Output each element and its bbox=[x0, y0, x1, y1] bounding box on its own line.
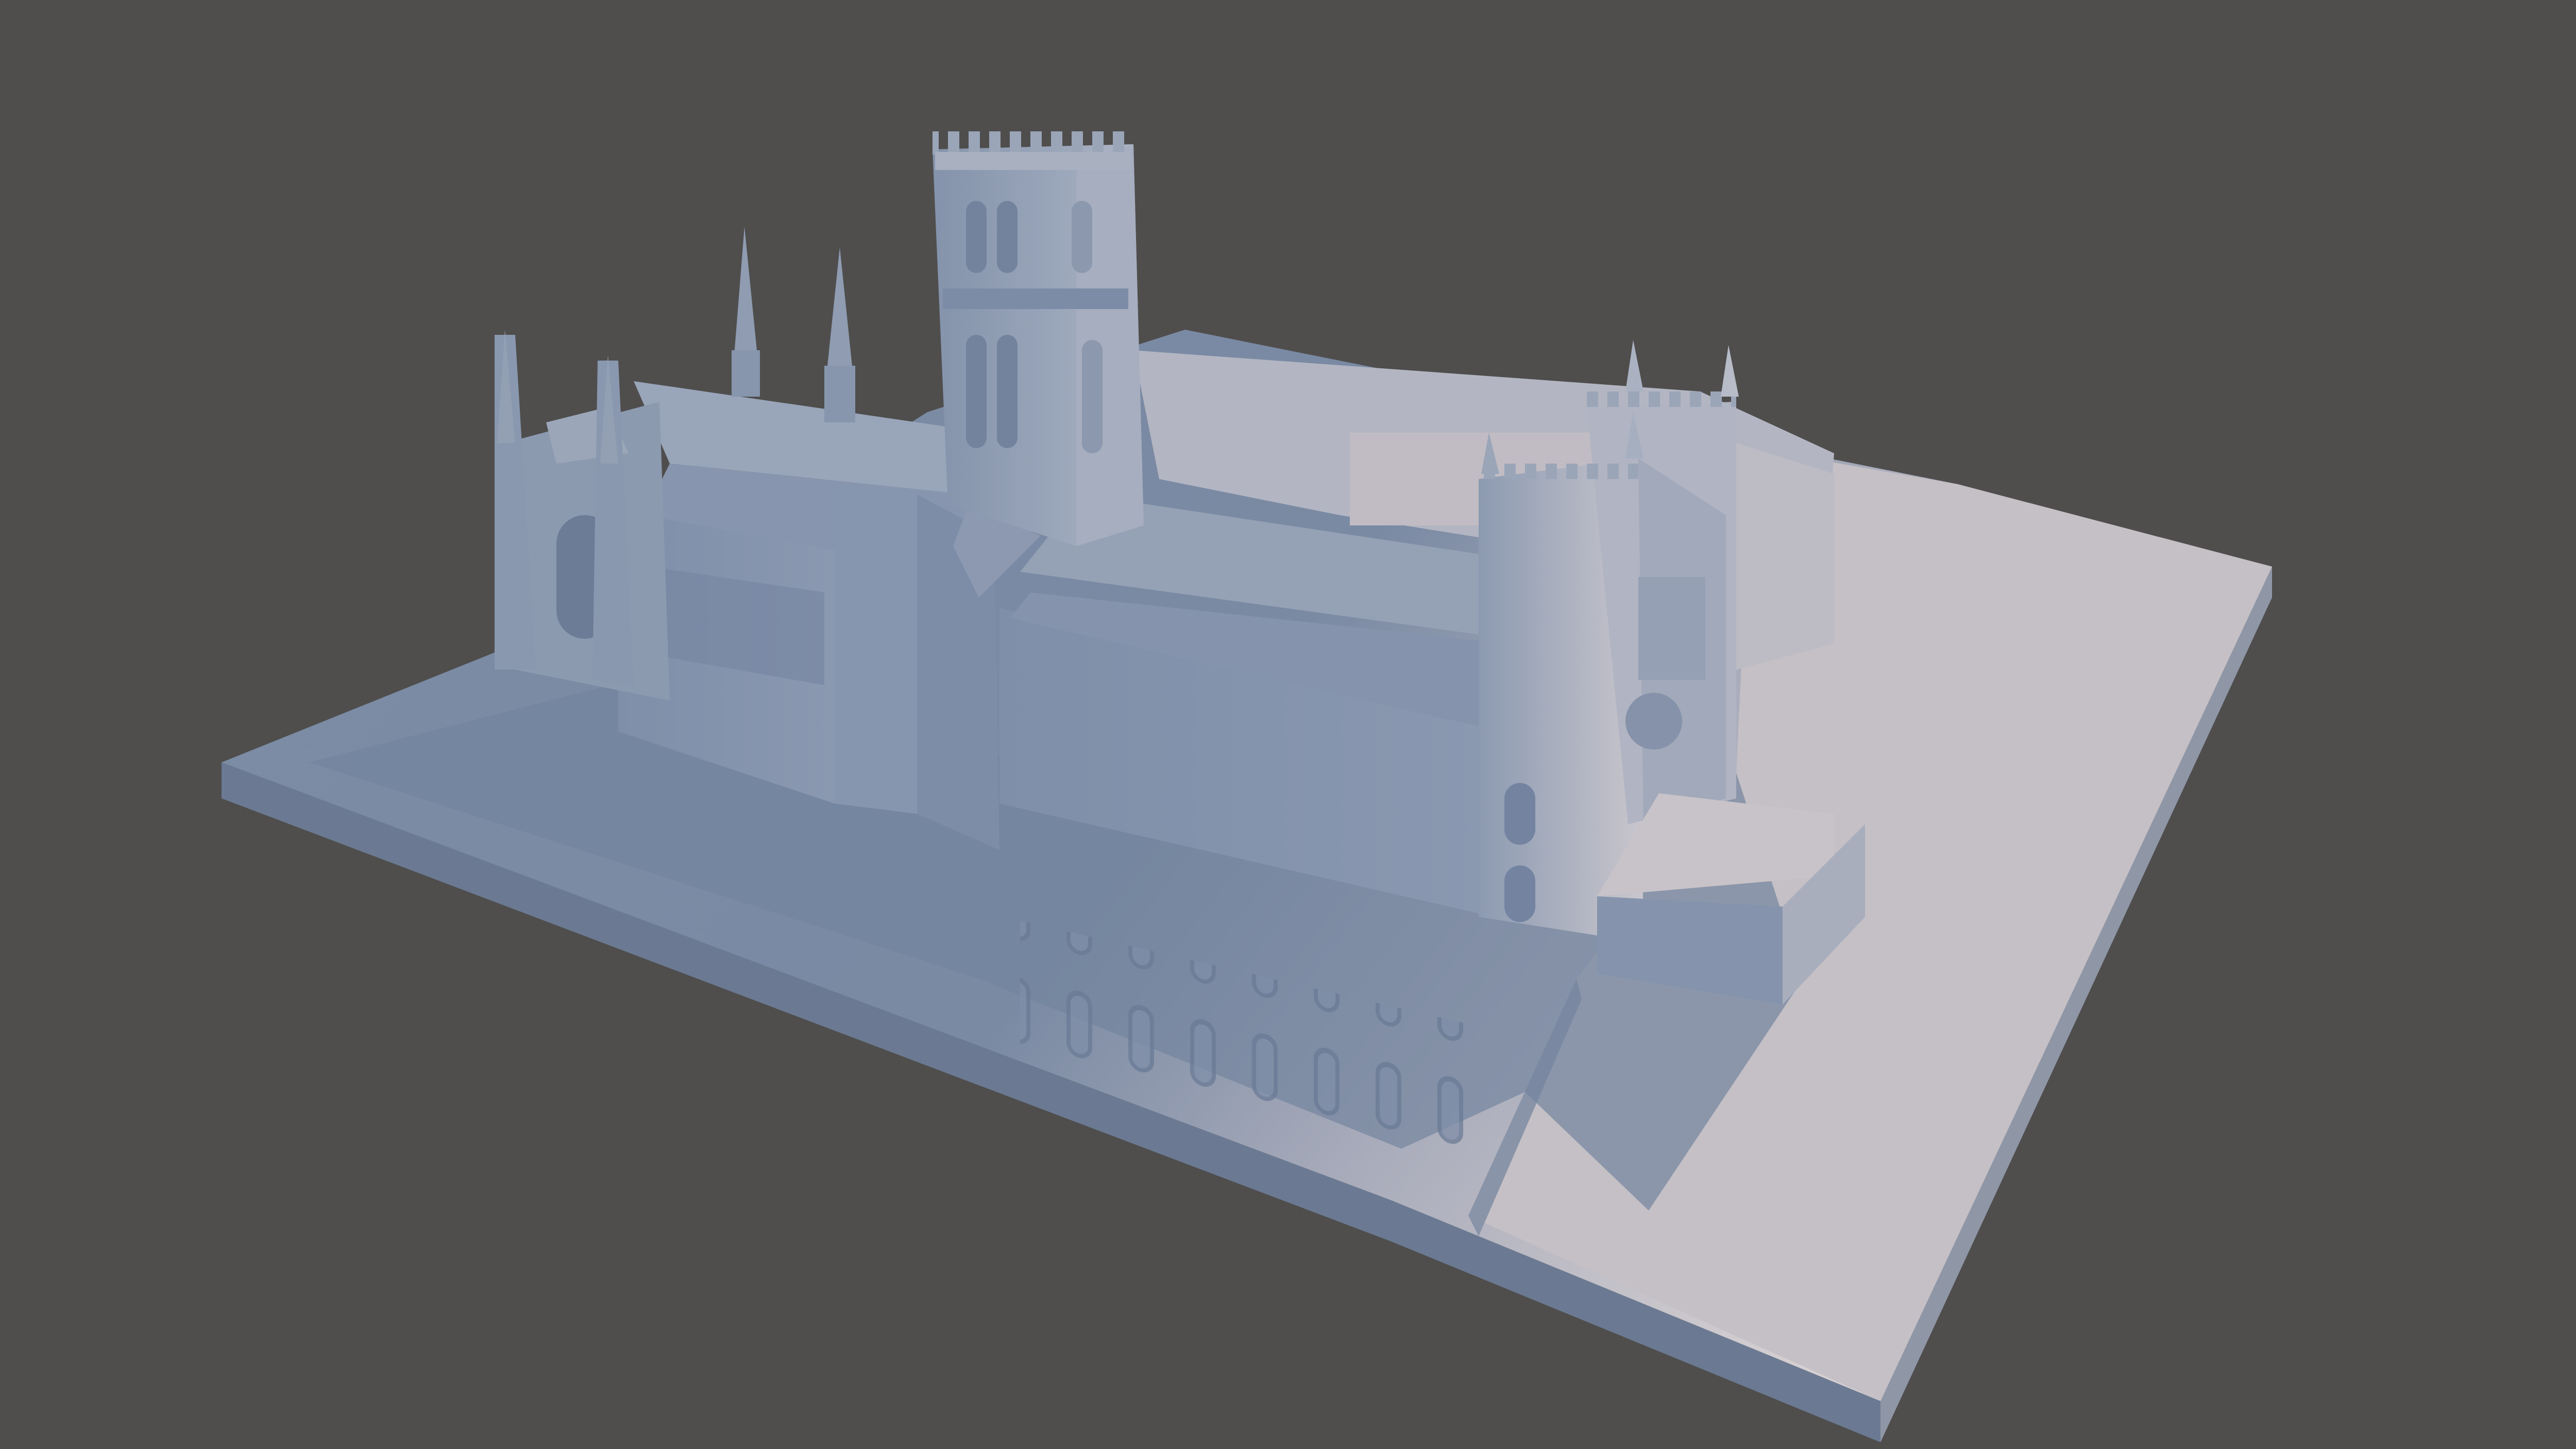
tower-window-2 bbox=[997, 201, 1018, 273]
east-crenellation-r bbox=[1587, 391, 1736, 407]
rear-spire-1-base bbox=[732, 350, 760, 397]
tower-window-4 bbox=[966, 335, 987, 448]
rose-window bbox=[1625, 693, 1682, 749]
rear-spire-2-base bbox=[824, 366, 855, 422]
rear-spire-2 bbox=[827, 247, 853, 371]
tower-window-3 bbox=[1072, 201, 1092, 273]
east-window-1 bbox=[1504, 783, 1535, 845]
tower-crenellation bbox=[933, 131, 1133, 155]
east-pinnacle-3 bbox=[1625, 340, 1643, 391]
tower-window-5 bbox=[997, 335, 1018, 448]
east-pinnacle-4 bbox=[1721, 345, 1739, 397]
east-aisle bbox=[1736, 443, 1834, 670]
render-viewport bbox=[0, 0, 2576, 1449]
tower-band bbox=[943, 288, 1128, 309]
east-lancets bbox=[1638, 577, 1705, 680]
east-crenellation-l bbox=[1484, 464, 1638, 479]
rear-spire-1 bbox=[734, 227, 757, 355]
south-transept bbox=[835, 484, 917, 814]
tower-window-1 bbox=[966, 201, 987, 273]
tower-window-6 bbox=[1082, 340, 1103, 453]
east-window-2 bbox=[1504, 865, 1535, 922]
tower-parapet bbox=[935, 152, 1131, 170]
cathedral-render bbox=[222, 131, 2272, 1442]
